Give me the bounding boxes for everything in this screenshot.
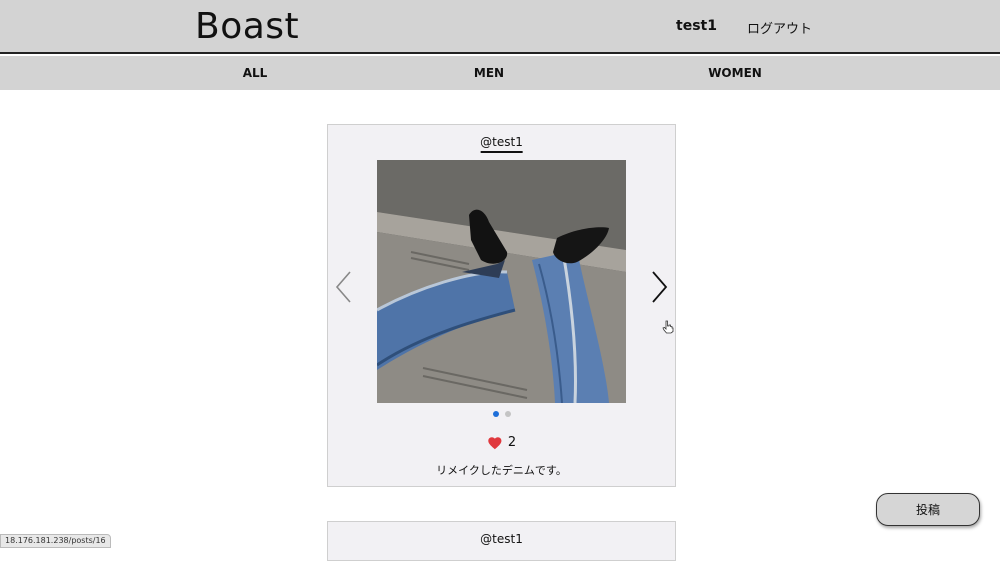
carousel-dot-active[interactable]: [492, 411, 499, 417]
nav-item-men[interactable]: MEN: [474, 66, 504, 80]
status-bar-url: 18.176.181.238/posts/16: [0, 534, 111, 548]
carousel-dot[interactable]: [504, 411, 511, 417]
chevron-left-icon: [335, 271, 351, 303]
post-author-link[interactable]: @test1: [480, 532, 523, 548]
carousel-next-button[interactable]: [649, 270, 669, 304]
hand-cursor-icon: [662, 320, 674, 334]
category-nav: ALL MEN WOMEN: [0, 56, 1000, 90]
new-post-button[interactable]: 投稿: [876, 493, 980, 526]
carousel-prev-button[interactable]: [334, 270, 354, 304]
site-logo[interactable]: Boast: [195, 6, 299, 47]
post-card: @test1: [327, 124, 676, 487]
carousel-indicator: [492, 411, 511, 417]
post-photo-illustration: [377, 160, 626, 403]
nav-item-all[interactable]: ALL: [243, 66, 268, 80]
post-photo[interactable]: [377, 160, 626, 403]
like-count: 2: [507, 435, 517, 450]
nav-item-women[interactable]: WOMEN: [708, 66, 762, 80]
like-section: 2: [487, 435, 516, 450]
post-caption: リメイクしたデニムです。: [436, 464, 567, 477]
heart-icon[interactable]: [487, 436, 502, 450]
post-card: @test1: [327, 521, 676, 561]
app-header: Boast test1 ログアウト: [0, 0, 1000, 54]
post-author-link[interactable]: @test1: [480, 135, 523, 153]
chevron-right-icon: [652, 271, 668, 303]
logout-link[interactable]: ログアウト: [747, 18, 812, 37]
current-user-link[interactable]: test1: [676, 18, 717, 34]
